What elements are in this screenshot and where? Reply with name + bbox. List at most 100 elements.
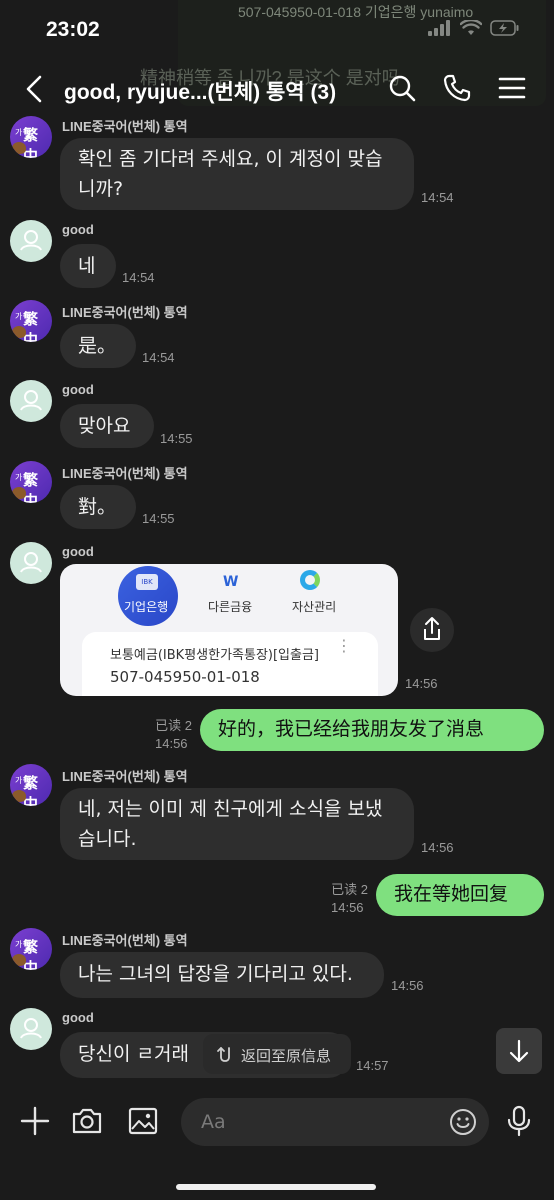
sender-name: good <box>62 544 94 559</box>
avatar-good[interactable] <box>10 380 52 422</box>
bank-tab-label: 기업은행 <box>124 600 169 614</box>
plus-icon[interactable] <box>18 1104 52 1138</box>
emoji-icon[interactable] <box>449 1108 477 1136</box>
user-placeholder-icon <box>20 1018 42 1039</box>
chat-header: good, ryujue...(번체) 통역 (3) <box>0 62 554 118</box>
avatar-good[interactable] <box>10 1008 52 1050</box>
message-bubble[interactable]: 對。 <box>60 485 136 529</box>
avatar-line-translator[interactable]: 가 繁中 <box>10 928 52 970</box>
revert-label: 返回至原信息 <box>241 1047 332 1065</box>
message-bubble[interactable]: 是。 <box>60 324 136 368</box>
message-time: 14:56 <box>421 840 454 855</box>
arrow-down-icon <box>509 1039 529 1063</box>
home-indicator <box>176 1184 376 1190</box>
tab-label: 다른금융 <box>208 600 253 614</box>
menu-icon[interactable] <box>496 72 528 104</box>
bear-icon <box>12 790 26 802</box>
avatar-small-text: 가 <box>15 473 23 482</box>
bear-icon <box>12 954 26 966</box>
message-bubble[interactable]: 확인 좀 기다려 주세요, 이 계정이 맞습 니까? <box>60 138 414 210</box>
account-type: 보통예금(IBK평생한가족통장)[입출금] <box>110 648 320 663</box>
donut-chart-icon <box>300 570 320 590</box>
avatar-line-translator[interactable]: 가 繁中 <box>10 764 52 806</box>
avatar-small-text: 가 <box>15 312 23 321</box>
message-time: 14:56 <box>331 900 364 915</box>
image-message[interactable]: IBK 기업은행 W 다른금융 자산관리 보통예금(IBK평생한가족통장)[입출… <box>60 564 398 696</box>
account-number: 507-045950-01-018 <box>110 668 260 686</box>
message-list[interactable]: 가 繁中 LINE중국어(번체) 통역 확인 좀 기다려 주세요, 이 계정이 … <box>0 112 554 1080</box>
revert-to-original-button[interactable]: 返回至原信息 <box>203 1034 351 1074</box>
my-message-bubble[interactable]: 我在等她回复 <box>376 874 544 916</box>
user-placeholder-icon <box>20 390 42 411</box>
message-bubble[interactable]: 네 <box>60 244 116 288</box>
message-text-line: 습니다. <box>78 828 137 850</box>
message-text-line: 니까? <box>78 178 124 200</box>
phone-call-icon[interactable] <box>441 72 473 104</box>
avatar-good[interactable] <box>10 220 52 262</box>
message-bubble[interactable]: 네, 저는 이미 제 친구에게 소식을 보냈 습니다. <box>60 788 414 860</box>
avatar-good[interactable] <box>10 542 52 584</box>
gallery-icon[interactable] <box>126 1104 160 1138</box>
message-time: 14:57 <box>356 1058 389 1073</box>
camera-icon[interactable] <box>70 1104 104 1138</box>
user-placeholder-icon <box>20 230 42 251</box>
avatar-small-text: 가 <box>15 940 23 949</box>
message-time: 14:54 <box>421 190 454 205</box>
my-message-bubble[interactable]: 好的，我已经给我朋友发了消息 <box>200 709 544 751</box>
read-receipt: 已读 2 <box>155 718 192 733</box>
microphone-icon[interactable] <box>502 1104 536 1138</box>
avatar-small-text: 가 <box>15 128 23 137</box>
avatar-line-translator[interactable]: 가 繁中 <box>10 300 52 342</box>
sender-name: good <box>62 382 94 397</box>
message-time: 14:54 <box>122 270 155 285</box>
back-arrow-icon[interactable] <box>22 74 48 104</box>
message-text: 네 <box>78 255 96 277</box>
avatar-line-translator[interactable]: 가 繁中 <box>10 116 52 158</box>
share-button[interactable] <box>410 608 454 652</box>
won-icon: W <box>223 574 239 590</box>
avatar-big-text: 繁中 <box>23 471 39 503</box>
bear-icon <box>12 326 26 338</box>
message-text: 나는 그녀의 답장을 기다리고 있다. <box>78 963 353 985</box>
sender-name: LINE중국어(번체) 통역 <box>62 119 188 134</box>
message-time: 14:56 <box>155 736 188 751</box>
bear-icon <box>12 487 26 499</box>
sender-name: LINE중국어(번체) 통역 <box>62 933 188 948</box>
avatar-line-translator[interactable]: 가 繁中 <box>10 461 52 503</box>
avatar-small-text: 가 <box>15 776 23 785</box>
message-bubble[interactable]: 나는 그녀의 답장을 기다리고 있다. <box>60 952 384 998</box>
sender-name: good <box>62 222 94 237</box>
read-receipt: 已读 2 <box>331 882 368 897</box>
status-time: 23:02 <box>46 18 100 41</box>
chat-title[interactable]: good, ryujue...(번체) 통역 (3) <box>64 76 336 106</box>
sender-name: LINE중국어(번체) 통역 <box>62 769 188 784</box>
message-text: 我在等她回复 <box>394 883 509 905</box>
message-bubble[interactable]: 맞아요 <box>60 404 154 448</box>
avatar-big-text: 繁中 <box>23 774 39 806</box>
message-text: 맞아요 <box>78 415 131 437</box>
sender-name: LINE중국어(번체) 통역 <box>62 466 188 481</box>
message-text: 당신이 ㄹ거래 <box>78 1043 189 1065</box>
avatar-big-text: 繁中 <box>23 310 39 342</box>
more-dots-icon: ⋮ <box>336 636 352 655</box>
bear-icon <box>12 142 26 154</box>
account-card: 보통예금(IBK평생한가족통장)[입출금] 507-045950-01-018 … <box>82 632 378 696</box>
ibk-logo-icon: IBK <box>136 574 158 590</box>
search-icon[interactable] <box>386 72 418 104</box>
message-text: 是。 <box>78 335 117 357</box>
message-text-line: 네, 저는 이미 제 친구에게 소식을 보냈 <box>78 798 383 820</box>
message-text-line: 확인 좀 기다려 주세요, 이 계정이 맞습 <box>78 148 383 170</box>
message-time: 14:56 <box>391 978 424 993</box>
undo-icon <box>217 1047 230 1062</box>
message-time: 14:54 <box>142 350 175 365</box>
scroll-to-bottom-button[interactable] <box>496 1028 542 1074</box>
share-icon <box>424 617 440 640</box>
notification-ghost-text: 507-045950-01-018 기업은행 yunaimo <box>238 4 474 20</box>
input-bar: Aa <box>0 1080 554 1200</box>
message-time: 14:55 <box>160 431 193 446</box>
tab-label: 자산관리 <box>292 600 337 614</box>
user-placeholder-icon <box>20 552 42 573</box>
sender-name: good <box>62 1010 94 1025</box>
message-text: 對。 <box>78 496 117 518</box>
message-input[interactable]: Aa <box>181 1098 489 1146</box>
